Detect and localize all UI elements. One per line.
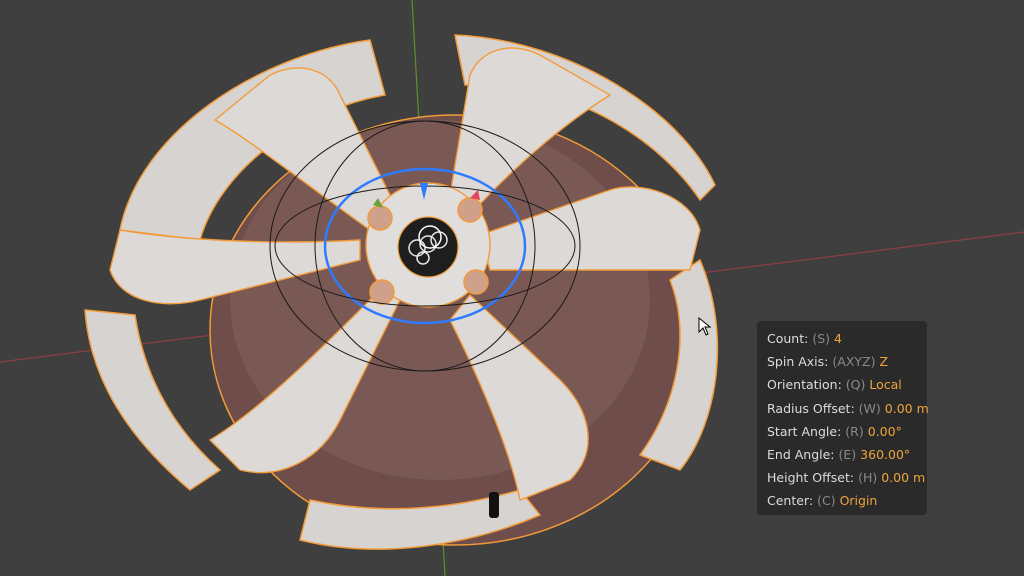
radius-offset-value[interactable]: 0.00 m <box>885 401 929 416</box>
center-shortcut: (C) <box>817 493 836 509</box>
radius-offset-label: Radius Offset: <box>767 400 855 416</box>
spin-axis-shortcut: (AXYZ) <box>832 354 876 370</box>
orientation-shortcut: (Q) <box>845 377 866 393</box>
radius-offset-shortcut: (W) <box>858 400 881 416</box>
spin-axis-row[interactable]: Spin Axis: (AXYZ) Z <box>767 350 927 373</box>
height-offset-row[interactable]: Height Offset: (H) 0.00 m <box>767 466 927 489</box>
height-offset-value[interactable]: 0.00 m <box>881 470 925 485</box>
operator-settings-panel[interactable]: Count: (S) 4 Spin Axis: (AXYZ) Z Orientation… <box>757 321 929 515</box>
start-angle-shortcut: (R) <box>845 423 864 439</box>
orientation-row[interactable]: Orientation: (Q) Local <box>767 373 927 396</box>
small-object <box>489 492 499 518</box>
center-label: Center: <box>767 493 814 509</box>
orientation-value[interactable]: Local <box>869 377 901 392</box>
end-angle-row[interactable]: End Angle: (E) 360.00° <box>767 443 927 466</box>
start-angle-value[interactable]: 0.00° <box>868 424 902 439</box>
orientation-label: Orientation: <box>767 377 842 393</box>
3d-viewport[interactable]: Count: (S) 4 Spin Axis: (AXYZ) Z Orientation… <box>0 0 1024 576</box>
height-offset-shortcut: (H) <box>858 470 878 486</box>
center-value[interactable]: Origin <box>840 493 878 508</box>
mouse-pointer-icon <box>698 317 712 336</box>
spin-axis-label: Spin Axis: <box>767 354 829 370</box>
start-angle-label: Start Angle: <box>767 423 842 439</box>
count-label: Count: <box>767 331 809 346</box>
radius-offset-row[interactable]: Radius Offset: (W) 0.00 m <box>767 397 929 420</box>
height-offset-label: Height Offset: <box>767 470 855 486</box>
start-angle-row[interactable]: Start Angle: (R) 0.00° <box>767 420 927 443</box>
count-row[interactable]: Count: (S) 4 <box>767 327 927 350</box>
count-shortcut: (S) <box>812 331 831 346</box>
count-value[interactable]: 4 <box>834 331 842 346</box>
center-row[interactable]: Center: (C) Origin <box>767 489 927 512</box>
end-angle-shortcut: (E) <box>838 446 857 462</box>
end-angle-value[interactable]: 360.00° <box>860 447 910 462</box>
end-angle-label: End Angle: <box>767 446 835 462</box>
spin-axis-value[interactable]: Z <box>879 354 888 369</box>
